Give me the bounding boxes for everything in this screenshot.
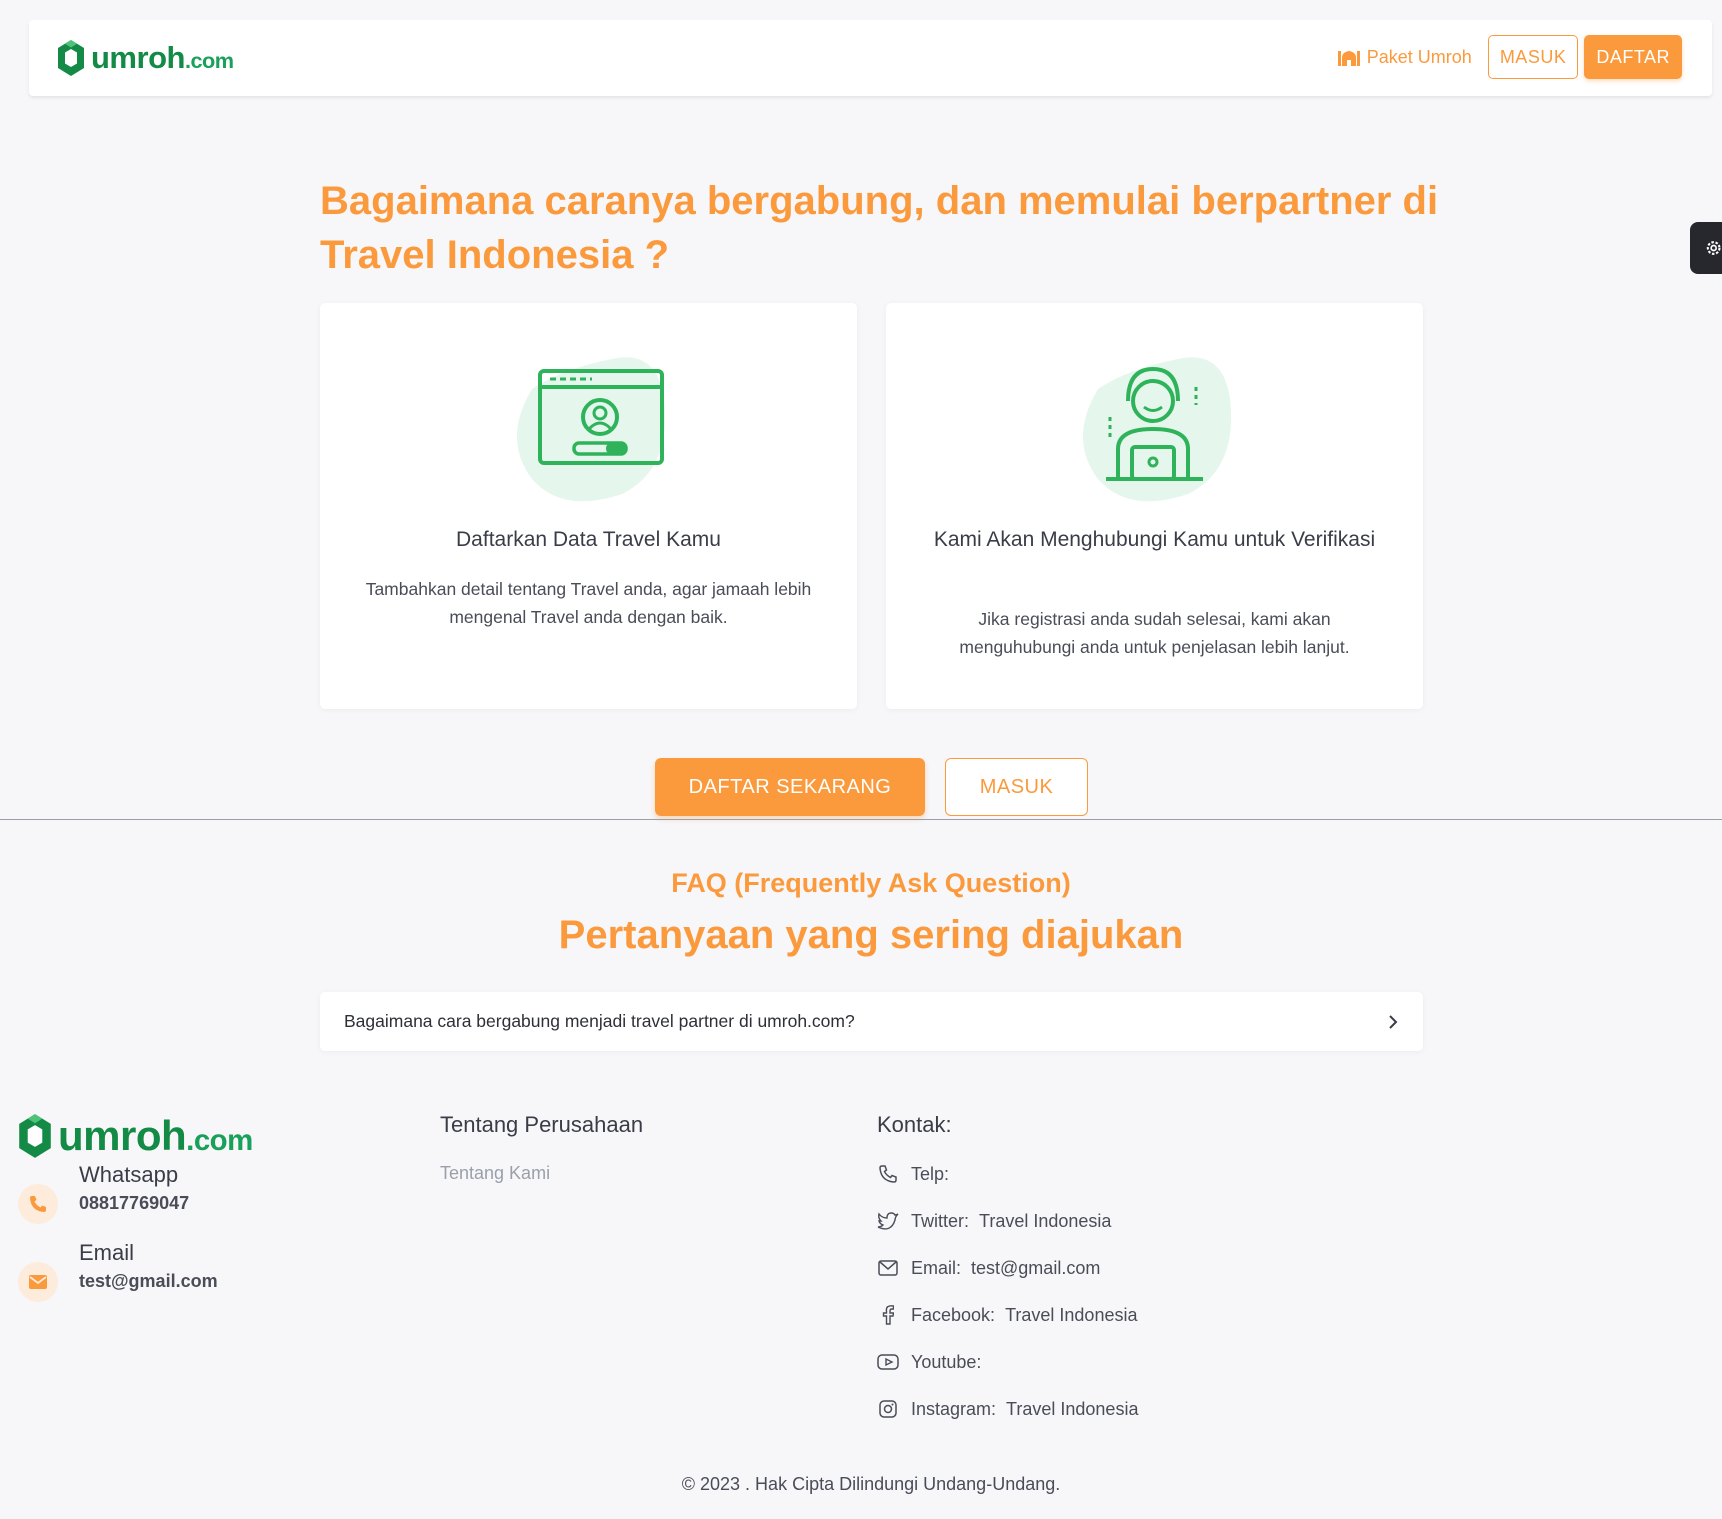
nav-register-button[interactable]: DAFTAR bbox=[1584, 35, 1682, 79]
top-navbar: umroh.com Paket Umroh MASUK DAFTAR bbox=[29, 20, 1712, 96]
nav-login-button[interactable]: MASUK bbox=[1487, 35, 1579, 79]
hero-title: Bagaimana caranya bergabung, dan memulai… bbox=[320, 179, 1439, 277]
twitter-icon bbox=[877, 1210, 899, 1232]
logo-text: umroh.com bbox=[91, 40, 234, 75]
footer-whatsapp[interactable]: Whatsapp 08817769047 bbox=[18, 1160, 189, 1224]
footer-email[interactable]: Email test@gmail.com bbox=[18, 1238, 218, 1302]
brand-logo[interactable]: umroh.com bbox=[57, 38, 234, 78]
contact-value: Travel Indonesia bbox=[1006, 1398, 1139, 1419]
email-address: test@gmail.com bbox=[79, 1271, 218, 1291]
contact-label: Telp: bbox=[911, 1163, 950, 1184]
register-now-button[interactable]: DAFTAR SEKARANG bbox=[655, 758, 925, 816]
card-description: Jika registrasi anda sudah selesai, kami… bbox=[959, 609, 1350, 657]
footer-logo[interactable]: umroh.com bbox=[18, 1110, 253, 1162]
card-description: Tambahkan detail tentang Travel anda, ag… bbox=[365, 579, 812, 627]
login-button[interactable]: MASUK bbox=[945, 758, 1088, 816]
contact-row-facebook[interactable]: Facebook: Travel Indonesia bbox=[877, 1304, 1137, 1326]
nav-paket-umroh[interactable]: Paket Umroh bbox=[1337, 47, 1472, 68]
contact-value: test@gmail.com bbox=[971, 1257, 1101, 1278]
logo-mark-icon bbox=[19, 1114, 51, 1158]
copyright-text: © 2023 . Hak Cipta Dilindungi Undang-Und… bbox=[681, 1474, 1061, 1494]
contact-row-twitter[interactable]: Twitter: Travel Indonesia bbox=[877, 1210, 1111, 1232]
contact-heading: Kontak: bbox=[877, 1112, 952, 1137]
contact-value: Travel Indonesia bbox=[979, 1210, 1112, 1231]
phone-icon bbox=[18, 1184, 58, 1224]
mosque-icon bbox=[1337, 51, 1360, 66]
faq-item[interactable]: Bagaimana cara bergabung menjadi travel … bbox=[320, 992, 1423, 1051]
profile-window-icon bbox=[517, 357, 666, 502]
section-divider bbox=[0, 819, 1722, 820]
facebook-icon bbox=[877, 1304, 899, 1326]
company-heading: Tentang Perusahaan bbox=[440, 1112, 644, 1137]
whatsapp-label: Whatsapp bbox=[79, 1162, 179, 1187]
phone-icon bbox=[877, 1163, 899, 1185]
support-agent-icon bbox=[1083, 357, 1232, 502]
mail-icon bbox=[18, 1262, 58, 1302]
contact-row-youtube[interactable]: Youtube: bbox=[877, 1351, 991, 1373]
contact-label: Twitter: bbox=[911, 1210, 970, 1231]
faq-question: Bagaimana cara bergabung menjadi travel … bbox=[344, 1011, 855, 1031]
contact-label: Youtube: bbox=[911, 1351, 982, 1372]
step-card-verification: Kami Akan Menghubungi Kamu untuk Verifik… bbox=[886, 303, 1423, 709]
logo-text: umroh.com bbox=[58, 1112, 253, 1159]
faq-subtitle: FAQ (Frequently Ask Question) bbox=[671, 868, 1071, 898]
contact-label: Email: bbox=[911, 1257, 962, 1278]
logo-mark-icon bbox=[58, 40, 84, 76]
card-title: Daftarkan Data Travel Kamu bbox=[456, 528, 721, 551]
email-label: Email bbox=[79, 1240, 135, 1265]
settings-toggle[interactable] bbox=[1690, 222, 1722, 274]
contact-value: Travel Indonesia bbox=[1005, 1304, 1138, 1325]
whatsapp-number: 08817769047 bbox=[79, 1193, 190, 1213]
youtube-icon bbox=[877, 1351, 899, 1373]
step-card-register: Daftarkan Data Travel Kamu Tambahkan det… bbox=[320, 303, 857, 709]
instagram-icon bbox=[877, 1398, 899, 1420]
chevron-right-icon bbox=[1389, 1014, 1398, 1029]
faq-title: Pertanyaan yang sering diajukan bbox=[558, 913, 1184, 957]
mail-icon bbox=[877, 1257, 899, 1279]
contact-label: Instagram: bbox=[911, 1398, 997, 1419]
gear-icon bbox=[1706, 241, 1721, 255]
card-title: Kami Akan Menghubungi Kamu untuk Verifik… bbox=[933, 528, 1376, 551]
about-us-link[interactable]: Tentang Kami bbox=[440, 1163, 550, 1184]
contact-row-email[interactable]: Email: test@gmail.com bbox=[877, 1257, 1100, 1279]
contact-label: Facebook: bbox=[911, 1304, 996, 1325]
contact-row-instagram[interactable]: Instagram: Travel Indonesia bbox=[877, 1398, 1138, 1420]
contact-row-phone: Telp: bbox=[877, 1163, 959, 1185]
nav-paket-label: Paket Umroh bbox=[1366, 46, 1472, 67]
